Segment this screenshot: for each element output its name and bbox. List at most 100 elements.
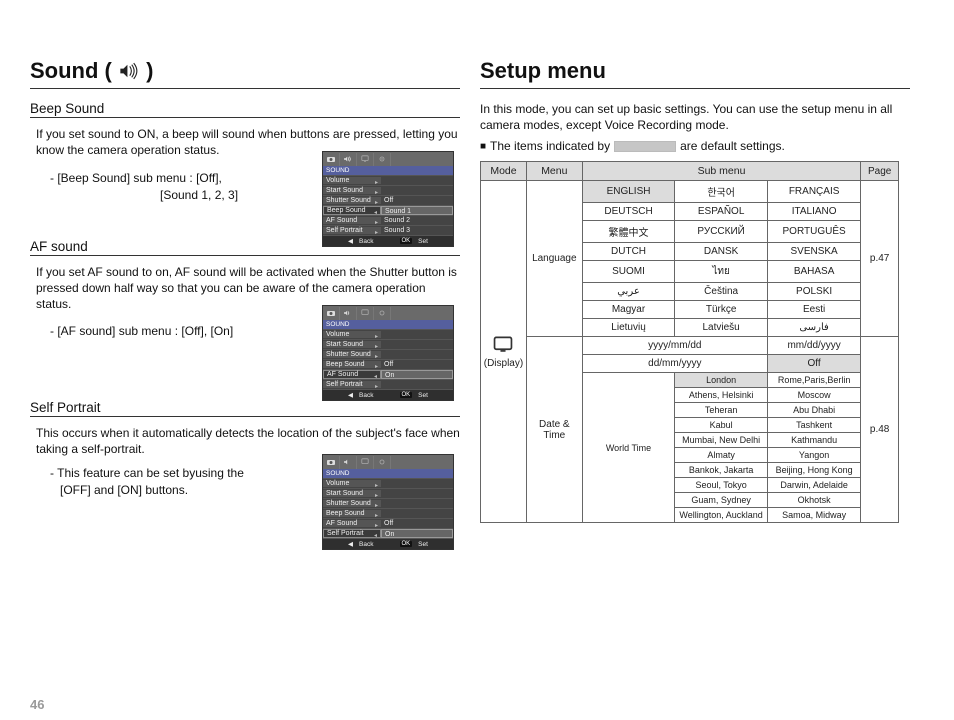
chevron-right-icon: ▸ [375, 189, 378, 196]
mini-row-start: Start Sound [326, 490, 363, 497]
mini-foot-back: Back [359, 541, 373, 548]
mini-val-off: Off [381, 520, 453, 527]
lang-cell: DEUTSCH [582, 203, 675, 221]
speaker-tab-icon [340, 153, 357, 166]
camera-icon [323, 307, 340, 320]
self-section-heading: Self Portrait [30, 400, 460, 417]
bullet-pre: The items indicated by [490, 139, 610, 153]
wt-cell: Kabul [675, 418, 768, 433]
chevron-right-icon: ▸ [375, 229, 378, 236]
lang-cell: SUOMI [582, 261, 675, 283]
lang-cell: Lietuvių [582, 319, 675, 337]
setup-title: Setup menu [480, 58, 606, 84]
lang-cell: 繁體中文 [582, 221, 675, 243]
self-body: This occurs when it automatically detect… [36, 425, 460, 457]
af-mini-screenshot: SOUND Volume▸ Start Sound▸ Shutter Sound… [322, 305, 454, 401]
mini-row-self: Self Portrait [326, 227, 363, 234]
wt-cell: Seoul, Tokyo [675, 478, 768, 493]
th-submenu: Sub menu [582, 162, 861, 181]
lang-cell: Türkçe [675, 301, 768, 319]
wt-cell: Tashkent [767, 418, 860, 433]
wt-cell: Bankok, Jakarta [675, 463, 768, 478]
wt-cell: Darwin, Adelaide [767, 478, 860, 493]
mini-row-beep: Beep Sound [327, 207, 366, 214]
back-triangle-icon: ◀ [348, 391, 353, 399]
wt-cell: Beijing, Hong Kong [767, 463, 860, 478]
chevron-right-icon: ▸ [375, 219, 378, 226]
mini-val-on: On [381, 529, 453, 538]
chevron-right-icon: ▸ [375, 199, 378, 206]
lang-cell: PORTUGUÊS [767, 221, 860, 243]
mini-row-volume: Volume [326, 480, 349, 487]
lang-cell: ESPAÑOL [675, 203, 768, 221]
mini-foot-set: Set [418, 392, 428, 399]
mini-crumb: SOUND [323, 166, 453, 175]
lang-cell: عربي [582, 283, 675, 301]
wt-cell: Almaty [675, 448, 768, 463]
datefmt-cell: yyyy/mm/dd [582, 337, 767, 355]
chevron-right-icon: ▸ [375, 179, 378, 186]
wt-cell: Teheran [675, 403, 768, 418]
setup-table: Mode Menu Sub menu Page (Display) Langua… [480, 161, 899, 523]
af-section-heading: AF sound [30, 239, 460, 256]
mini-val-on: On [381, 370, 453, 379]
datefmt-cell: dd/mm/yyyy [582, 355, 767, 373]
mini-val-sound3: Sound 3 [381, 227, 453, 234]
display-icon [492, 347, 514, 358]
lang-cell: 한국어 [675, 181, 768, 203]
lang-cell: Eesti [767, 301, 860, 319]
camera-icon [323, 456, 340, 469]
wt-cell: Okhotsk [767, 493, 860, 508]
sound-title-row: Sound ( ) [30, 58, 460, 89]
mini-row-beep: Beep Sound [326, 510, 365, 517]
display-tab-icon [357, 153, 374, 166]
lang-cell: Latviešu [675, 319, 768, 337]
mini-row-volume: Volume [326, 331, 349, 338]
mini-val-off: Off [381, 197, 453, 204]
lang-cell: Magyar [582, 301, 675, 319]
lang-cell: FRANÇAIS [767, 181, 860, 203]
world-time-label: World Time [582, 373, 675, 523]
speaker-tab-icon [340, 456, 357, 469]
mini-row-beep: Beep Sound [326, 361, 365, 368]
th-mode: Mode [481, 162, 527, 181]
mini-row-af: AF Sound [326, 520, 357, 527]
mini-val-sound2: Sound 2 [381, 217, 453, 224]
wt-cell: Rome,Paris,Berlin [767, 373, 860, 388]
lang-cell: Čeština [675, 283, 768, 301]
speaker-icon [118, 58, 146, 83]
mini-row-self: Self Portrait [326, 381, 363, 388]
lang-cell: فارسی [767, 319, 860, 337]
page-datetime: p.48 [861, 337, 899, 523]
wt-cell: Wellington, Auckland [675, 508, 768, 523]
gear-tab-icon [374, 153, 391, 166]
lang-cell: DUTCH [582, 243, 675, 261]
sound-title-close: ) [146, 58, 153, 83]
th-menu: Menu [526, 162, 582, 181]
mini-row-volume: Volume [326, 177, 349, 184]
chevron-left-icon: ◂ [374, 209, 377, 216]
gear-tab-icon [374, 456, 391, 469]
bullet-post: are default settings. [680, 139, 785, 153]
page-number: 46 [30, 697, 44, 712]
lang-cell: ไทย [675, 261, 768, 283]
th-page: Page [861, 162, 899, 181]
wt-cell: Kathmandu [767, 433, 860, 448]
mini-foot-ok: OK [400, 392, 413, 398]
setup-intro: In this mode, you can set up basic setti… [480, 101, 910, 133]
mini-foot-back: Back [359, 392, 373, 399]
lang-cell: POLSKI [767, 283, 860, 301]
setup-title-row: Setup menu [480, 58, 910, 89]
lang-cell: РУССКИЙ [675, 221, 768, 243]
mini-foot-ok: OK [400, 541, 413, 547]
datefmt-off-cell: Off [767, 355, 860, 373]
sound-title: Sound ( [30, 58, 112, 83]
lang-cell: ITALIANO [767, 203, 860, 221]
gear-tab-icon [374, 307, 391, 320]
self-mini-screenshot: SOUND Volume▸ Start Sound▸ Shutter Sound… [322, 454, 454, 550]
wt-cell: Athens, Helsinki [675, 388, 768, 403]
mini-foot-set: Set [418, 541, 428, 548]
lang-cell: DANSK [675, 243, 768, 261]
mini-row-start: Start Sound [326, 341, 363, 348]
display-tab-icon [357, 307, 374, 320]
